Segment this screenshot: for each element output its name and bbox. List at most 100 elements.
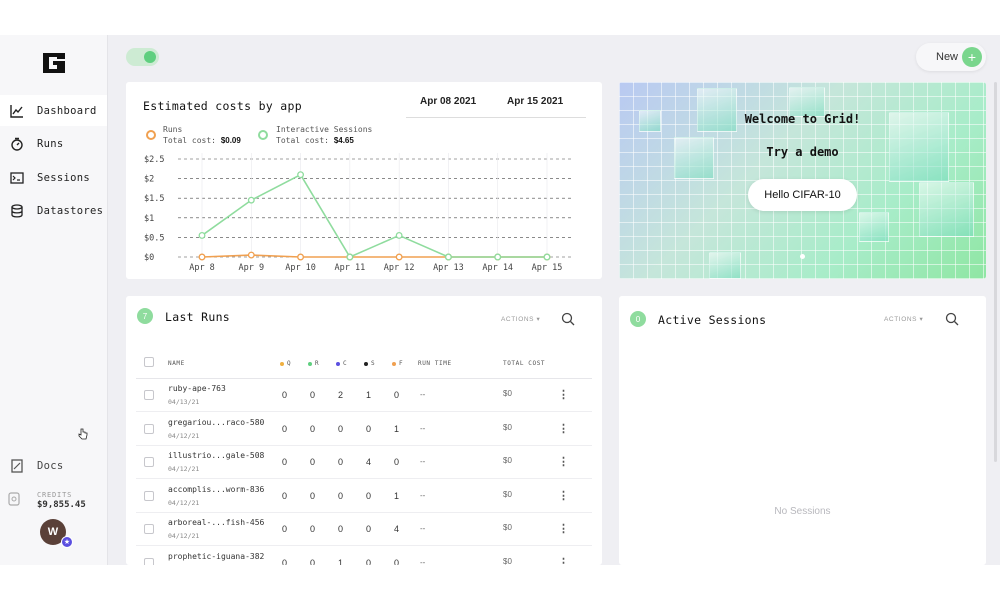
table-row[interactable]: accomplis...worm-836 04/12/21 0 0 0 0 1 -- $0 ⋮ bbox=[126, 480, 602, 513]
row-checkbox[interactable] bbox=[144, 490, 154, 501]
column-failed[interactable]: F bbox=[392, 360, 403, 367]
status-count-q: 0 bbox=[282, 490, 288, 501]
status-count-c: 0 bbox=[338, 490, 344, 501]
runs-actions-dropdown[interactable]: ACTIONS ▾ bbox=[501, 315, 540, 323]
mouse-cursor-icon bbox=[78, 428, 88, 440]
y-tick-label: $0 bbox=[144, 253, 154, 263]
column-name[interactable]: NAME bbox=[168, 360, 185, 367]
credits-icon bbox=[8, 492, 20, 511]
row-menu-icon[interactable]: ⋮ bbox=[558, 422, 569, 435]
sessions-count-badge: 0 bbox=[630, 311, 646, 327]
status-count-f: 1 bbox=[394, 423, 400, 434]
star-badge-icon: ★ bbox=[61, 536, 73, 548]
search-icon[interactable] bbox=[561, 312, 575, 326]
data-point bbox=[444, 253, 452, 261]
row-checkbox[interactable] bbox=[144, 524, 154, 534]
decorative-cube bbox=[709, 252, 741, 279]
sidebar-item-docs[interactable]: Docs bbox=[0, 450, 107, 481]
row-checkbox[interactable] bbox=[144, 390, 154, 400]
run-date: 04/12/21 bbox=[168, 431, 200, 440]
row-menu-icon[interactable]: ⋮ bbox=[558, 556, 569, 566]
run-name[interactable]: ruby-ape-763 bbox=[168, 384, 226, 393]
row-menu-icon[interactable]: ⋮ bbox=[558, 489, 569, 502]
run-name[interactable]: arboreal-...fish-456 bbox=[168, 518, 264, 527]
row-checkbox[interactable] bbox=[144, 457, 154, 467]
column-stopped[interactable]: S bbox=[364, 360, 375, 367]
column-run-time[interactable]: RUN TIME bbox=[418, 360, 452, 367]
x-tick-label: Apr 12 bbox=[384, 263, 415, 273]
search-icon[interactable] bbox=[945, 312, 959, 326]
total-cost: $0 bbox=[503, 389, 512, 398]
table-row[interactable]: arboreal-...fish-456 04/12/21 0 0 0 0 4 -- $0 ⋮ bbox=[126, 513, 602, 546]
row-checkbox[interactable] bbox=[144, 557, 154, 565]
run-name[interactable]: accomplis...worm-836 bbox=[168, 485, 264, 494]
new-button-label: New bbox=[936, 51, 959, 63]
demo-button[interactable]: Hello CIFAR-10 bbox=[748, 179, 857, 211]
x-tick-label: Apr 15 bbox=[532, 263, 563, 273]
row-menu-icon[interactable]: ⋮ bbox=[558, 522, 569, 535]
sessions-actions-dropdown[interactable]: ACTIONS ▾ bbox=[884, 315, 923, 323]
row-checkbox[interactable] bbox=[144, 423, 154, 434]
status-count-q: 0 bbox=[282, 524, 288, 534]
select-all-checkbox[interactable] bbox=[144, 357, 154, 367]
y-tick-label: $2.5 bbox=[144, 155, 164, 165]
status-count-q: 0 bbox=[282, 390, 288, 400]
total-cost: $0 bbox=[503, 556, 512, 566]
status-count-s: 4 bbox=[366, 457, 372, 467]
status-count-c: 0 bbox=[338, 524, 344, 534]
run-time: -- bbox=[420, 490, 426, 500]
welcome-card: Welcome to Grid! Try a demo Hello CIFAR-… bbox=[619, 82, 986, 279]
total-cost: $0 bbox=[503, 523, 512, 532]
new-button[interactable]: New + bbox=[916, 43, 986, 71]
run-time: -- bbox=[420, 423, 426, 433]
x-tick-label: Apr 8 bbox=[189, 263, 215, 273]
status-count-f: 0 bbox=[394, 390, 400, 400]
theme-toggle[interactable] bbox=[126, 48, 159, 66]
status-count-r: 0 bbox=[310, 457, 316, 467]
row-menu-icon[interactable]: ⋮ bbox=[558, 388, 569, 401]
y-tick-label: $1 bbox=[144, 214, 154, 224]
y-tick-label: $1.5 bbox=[144, 194, 164, 204]
run-date: 04/12/21 bbox=[168, 465, 200, 473]
status-count-q: 0 bbox=[282, 557, 288, 566]
run-name[interactable]: gregariou...raco-580 bbox=[168, 418, 264, 427]
run-time: -- bbox=[420, 524, 426, 533]
grid-logo-icon[interactable] bbox=[40, 49, 68, 77]
status-count-q: 0 bbox=[282, 457, 288, 467]
run-name[interactable]: prophetic-iguana-382 bbox=[168, 552, 264, 561]
x-tick-label: Apr 11 bbox=[334, 263, 365, 273]
x-tick-label: Apr 13 bbox=[433, 263, 464, 273]
data-point bbox=[395, 253, 403, 261]
no-sessions-text: No Sessions bbox=[774, 506, 831, 517]
carousel-dot[interactable] bbox=[800, 254, 805, 259]
column-total-cost[interactable]: TOTAL COST bbox=[503, 360, 545, 367]
sidebar-item-sessions[interactable]: Sessions bbox=[0, 162, 107, 193]
status-count-r: 0 bbox=[310, 423, 316, 434]
table-row[interactable]: illustrio...gale-508 04/12/21 0 0 0 4 0 -- $0 ⋮ bbox=[126, 446, 602, 479]
status-count-f: 4 bbox=[394, 524, 400, 534]
database-icon bbox=[10, 203, 24, 218]
status-count-f: 1 bbox=[394, 490, 400, 501]
column-queued[interactable]: Q bbox=[280, 360, 291, 367]
table-row[interactable]: gregariou...raco-580 04/12/21 0 0 0 0 1 -- $0 ⋮ bbox=[126, 413, 602, 446]
status-count-q: 0 bbox=[282, 423, 288, 434]
status-count-c: 0 bbox=[338, 423, 344, 434]
status-count-r: 0 bbox=[310, 557, 316, 566]
series-line-1 bbox=[201, 173, 547, 259]
status-count-s: 1 bbox=[366, 390, 372, 400]
status-count-c: 1 bbox=[338, 557, 344, 566]
total-cost: $0 bbox=[503, 489, 512, 499]
page-scrollbar[interactable] bbox=[994, 82, 997, 462]
sidebar-item-runs[interactable]: Runs bbox=[0, 128, 107, 159]
table-row[interactable]: ruby-ape-763 04/13/21 0 0 2 1 0 -- $0 ⋮ bbox=[126, 379, 602, 412]
column-completed[interactable]: C bbox=[336, 360, 347, 367]
table-row[interactable]: prophetic-iguana-382 0 0 1 0 0 -- $0 ⋮ bbox=[126, 547, 602, 566]
column-running[interactable]: R bbox=[308, 360, 319, 367]
sidebar-item-datastores[interactable]: Datastores bbox=[0, 195, 107, 226]
avatar-initial: W bbox=[47, 526, 59, 538]
run-time: -- bbox=[420, 390, 426, 399]
sidebar-item-dashboard[interactable]: Dashboard bbox=[0, 95, 107, 126]
run-name[interactable]: illustrio...gale-508 bbox=[168, 451, 264, 460]
status-count-r: 0 bbox=[310, 490, 316, 501]
row-menu-icon[interactable]: ⋮ bbox=[558, 455, 569, 468]
